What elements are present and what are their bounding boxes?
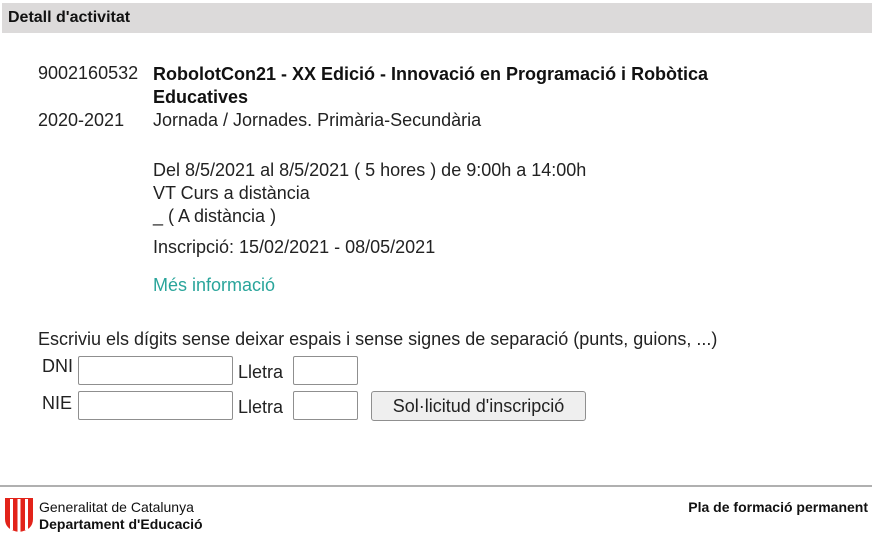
program-name: Pla de formació permanent bbox=[688, 499, 868, 515]
modality: _ ( A distància ) bbox=[153, 206, 277, 226]
department-name: Departament d'Educació bbox=[39, 516, 203, 532]
nie-letter-label: Lletra bbox=[238, 397, 284, 417]
activity-title: RobolotCon21 - XX Edició - Innovació en … bbox=[153, 64, 709, 107]
dni-letter-label: Lletra bbox=[238, 362, 284, 382]
dni-letter-input[interactable] bbox=[293, 356, 358, 385]
generalitat-logo-icon bbox=[5, 498, 33, 532]
nie-letter-input[interactable] bbox=[293, 391, 358, 420]
header-bar bbox=[2, 3, 872, 33]
dni-input[interactable] bbox=[78, 356, 233, 385]
registration-period: Inscripció: 15/02/2021 - 08/05/2021 bbox=[153, 237, 436, 257]
submit-registration-button[interactable]: Sol·licitud d'inscripció bbox=[371, 391, 586, 421]
more-info-link[interactable]: Més informació bbox=[153, 275, 275, 296]
activity-code: 9002160532 bbox=[38, 63, 139, 83]
venue: VT Curs a distància bbox=[153, 183, 310, 203]
nie-label: NIE bbox=[42, 393, 73, 413]
nie-input[interactable] bbox=[78, 391, 233, 420]
page-title: Detall d'activitat bbox=[8, 9, 131, 26]
footer-divider bbox=[0, 485, 872, 487]
org-name: Generalitat de Catalunya bbox=[39, 499, 194, 515]
date-range: Del 8/5/2021 al 8/5/2021 ( 5 hores ) de … bbox=[153, 160, 587, 180]
activity-type: Jornada / Jornades. Primària-Secundària bbox=[153, 110, 482, 130]
form-instructions: Escriviu els dígits sense deixar espais … bbox=[38, 329, 718, 349]
dni-label: DNI bbox=[42, 356, 73, 376]
academic-year: 2020-2021 bbox=[38, 110, 125, 130]
activity-schedule: Del 8/5/2021 al 8/5/2021 ( 5 hores ) de … bbox=[153, 159, 586, 228]
